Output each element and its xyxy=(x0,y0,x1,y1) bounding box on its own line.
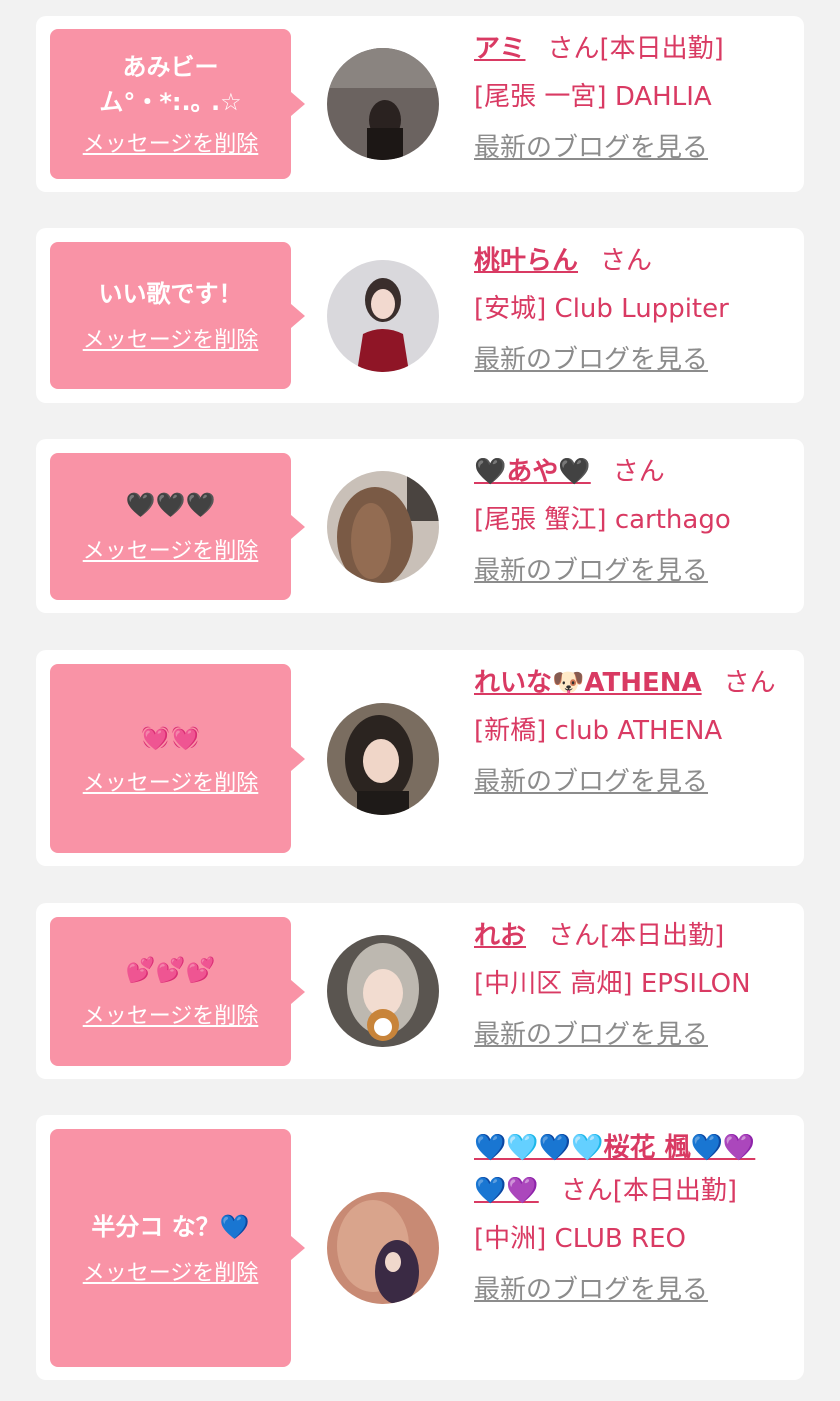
avatar[interactable] xyxy=(327,1192,439,1304)
avatar[interactable] xyxy=(327,703,439,815)
honorific: さん xyxy=(560,1176,613,1206)
hostess-name-link[interactable]: 🖤あや🖤 xyxy=(474,457,591,487)
store-location: [新橋] club ATHENA xyxy=(474,716,723,746)
latest-blog-link[interactable]: 最新のブログを見る xyxy=(474,339,708,382)
honorific: さん xyxy=(612,457,665,487)
latest-blog-link[interactable]: 最新のブログを見る xyxy=(474,761,708,804)
latest-blog-link[interactable]: 最新のブログを見る xyxy=(474,127,708,170)
status-badge: [本日出勤] xyxy=(600,921,725,951)
avatar[interactable] xyxy=(327,48,439,160)
store-location: [尾張 一宮] DAHLIA xyxy=(474,82,712,112)
message-bubble: 💕💕💕 メッセージを削除 xyxy=(50,917,305,1066)
hostess-info: れお さん[本日出勤] [中川区 高畑] EPSILON 最新のブログを見る xyxy=(474,915,784,1057)
message-text: 💕💕💕 xyxy=(125,956,216,984)
message-card-3: 🖤🖤🖤 メッセージを削除 🖤あや🖤 さん [尾張 蟹江] carthago 最新の… xyxy=(36,439,804,613)
hostess-name-link[interactable]: れお xyxy=(474,921,526,951)
store-location: [中川区 高畑] EPSILON xyxy=(474,969,751,999)
hostess-info: 🖤あや🖤 さん [尾張 蟹江] carthago 最新のブログを見る xyxy=(474,451,784,593)
message-bubble: 💓💓 メッセージを削除 xyxy=(50,664,305,853)
status-badge: [本日出勤] xyxy=(599,34,724,64)
message-bubble: いい歌です！ メッセージを削除 xyxy=(50,242,305,389)
honorific: さん xyxy=(600,246,653,276)
avatar-photo xyxy=(327,48,439,160)
avatar[interactable] xyxy=(327,935,439,1047)
message-text: あみビー ム°・*:.｡ .☆ xyxy=(99,53,242,116)
avatar-photo xyxy=(327,471,439,583)
hostess-info: 💙🩵💙🩵桜花 楓💙💜💙💜 さん[本日出勤] [中洲] CLUB REO 最新のブロ… xyxy=(474,1127,784,1312)
delete-message-link[interactable]: メッセージを削除 xyxy=(83,533,259,565)
message-bubble: 🖤🖤🖤 メッセージを削除 xyxy=(50,453,305,600)
hostess-name-link[interactable]: アミ xyxy=(474,34,525,64)
delete-message-link[interactable]: メッセージを削除 xyxy=(83,126,259,158)
delete-message-link[interactable]: メッセージを削除 xyxy=(83,998,259,1030)
message-bubble: あみビー ム°・*:.｡ .☆ メッセージを削除 xyxy=(50,29,305,179)
avatar-photo xyxy=(327,935,439,1047)
hostess-info: アミ さん[本日出勤] [尾張 一宮] DAHLIA 最新のブログを見る xyxy=(474,28,784,170)
hostess-info: 桃叶らん さん [安城] Club Luppiter 最新のブログを見る xyxy=(474,240,784,382)
avatar[interactable] xyxy=(327,260,439,372)
store-location: [中洲] CLUB REO xyxy=(474,1224,686,1254)
store-location: [尾張 蟹江] carthago xyxy=(474,505,731,535)
delete-message-link[interactable]: メッセージを削除 xyxy=(83,1255,259,1287)
latest-blog-link[interactable]: 最新のブログを見る xyxy=(474,1269,708,1312)
delete-message-link[interactable]: メッセージを削除 xyxy=(83,322,259,354)
status-badge: [本日出勤] xyxy=(612,1176,738,1206)
message-text: いい歌です！ xyxy=(98,280,243,308)
avatar[interactable] xyxy=(327,471,439,583)
message-card-1: あみビー ム°・*:.｡ .☆ メッセージを削除 アミ さん[本日出勤] [尾張 … xyxy=(36,16,804,192)
avatar-photo xyxy=(327,1192,439,1304)
store-location: [安城] Club Luppiter xyxy=(474,294,729,324)
message-text: 🖤🖤🖤 xyxy=(125,491,216,519)
message-card-6: 半分コ な？💙 メッセージを削除 💙🩵💙🩵桜花 楓💙💜💙💜 さん[本日出勤] [中… xyxy=(36,1115,804,1380)
honorific: さん xyxy=(723,668,776,698)
avatar-photo xyxy=(327,703,439,815)
latest-blog-link[interactable]: 最新のブログを見る xyxy=(474,1014,708,1057)
honorific: さん xyxy=(547,34,600,64)
delete-message-link[interactable]: メッセージを削除 xyxy=(83,765,259,797)
hostess-name-link[interactable]: 桃叶らん xyxy=(474,246,578,276)
message-card-2: いい歌です！ メッセージを削除 桃叶らん さん [安城] Club Luppite… xyxy=(36,228,804,403)
message-card-4: 💓💓 メッセージを削除 れいな🐶ATHENA さん [新橋] club ATHEN… xyxy=(36,650,804,866)
message-card-5: 💕💕💕 メッセージを削除 れお さん[本日出勤] [中川区 高畑] EPSILON… xyxy=(36,903,804,1079)
honorific: さん xyxy=(548,921,601,951)
message-text: 半分コ な？💙 xyxy=(91,1212,250,1241)
hostess-name-link[interactable]: れいな🐶ATHENA xyxy=(474,668,702,698)
latest-blog-link[interactable]: 最新のブログを見る xyxy=(474,550,708,593)
hostess-info: れいな🐶ATHENA さん [新橋] club ATHENA 最新のブログを見る xyxy=(474,662,784,804)
message-text: 💓💓 xyxy=(140,723,201,751)
message-bubble: 半分コ な？💙 メッセージを削除 xyxy=(50,1129,305,1367)
avatar-photo xyxy=(327,260,439,372)
